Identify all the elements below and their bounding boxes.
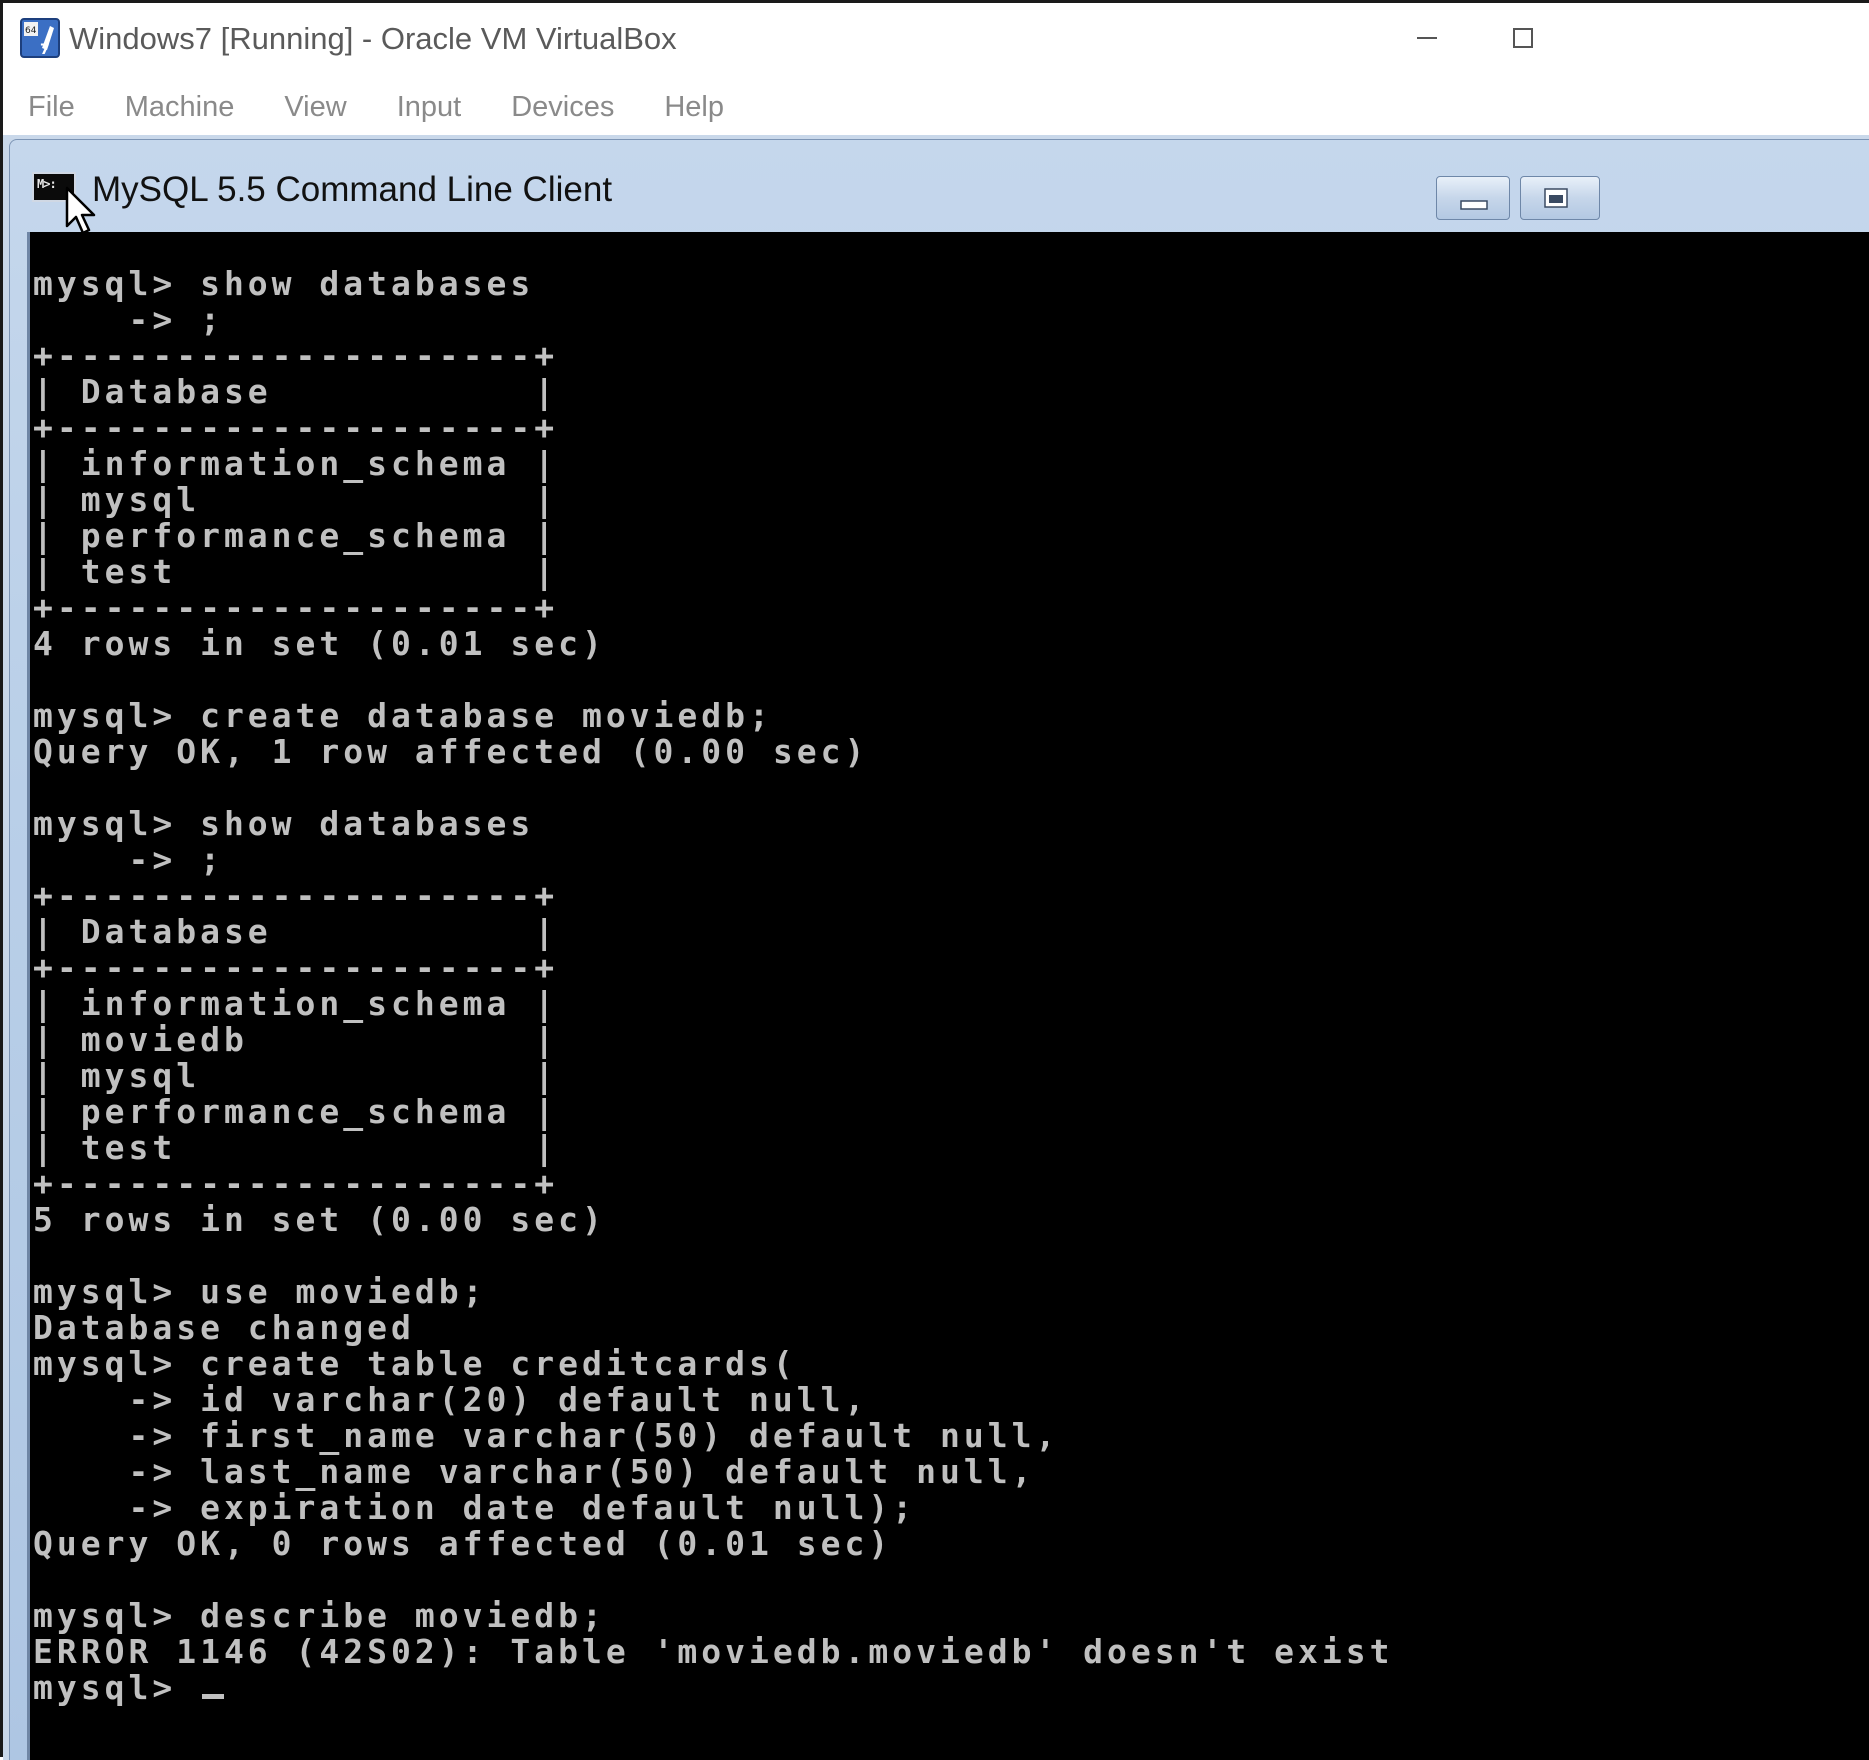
console-line: -> expiration date default null); (33, 1488, 917, 1527)
console-line: mysql> create table creditcards( (33, 1344, 797, 1383)
console-output[interactable]: mysql> show databases -> ; +-------------… (27, 232, 1869, 1760)
console-prompt-line[interactable]: mysql> (33, 1670, 1393, 1706)
console-line: mysql> create database moviedb; (33, 696, 773, 735)
host-titlebar[interactable]: 64 7 Windows7 [Running] - Oracle VM Virt… (3, 3, 1869, 79)
console-line: | moviedb | (33, 1020, 559, 1059)
console-line: +--------------------+ (33, 336, 559, 375)
console-line: | Database | (33, 372, 559, 411)
console-line: mysql> use moviedb; (33, 1272, 487, 1311)
mouse-pointer-icon (65, 186, 96, 235)
console-line: ERROR 1146 (42S02): Table 'moviedb.movie… (33, 1632, 1394, 1671)
menu-help[interactable]: Help (664, 91, 724, 124)
virtualbox-window: 64 7 Windows7 [Running] - Oracle VM Virt… (0, 0, 1869, 1760)
console-line: -> ; (33, 300, 224, 339)
console-line: Query OK, 1 row affected (0.00 sec) (33, 732, 869, 771)
maximize-button[interactable] (1493, 13, 1553, 63)
console-line: | test | (33, 1128, 559, 1167)
menu-bar: File Machine View Input Devices Help (3, 79, 1869, 135)
console-line: 4 rows in set (0.01 sec) (33, 624, 606, 663)
minimize-icon (1417, 37, 1437, 39)
guest-window-title: MySQL 5.5 Command Line Client (92, 170, 613, 209)
minimize-button[interactable] (1397, 13, 1457, 63)
console-line: | test | (33, 552, 559, 591)
console-line: | mysql | (33, 480, 559, 519)
console-line: -> id varchar(20) default null, (33, 1380, 869, 1419)
guest-titlebar[interactable]: M>: MySQL 5.5 Command Line Client (10, 140, 1869, 230)
console-line: +--------------------+ (33, 588, 559, 627)
console-line: Database changed (33, 1308, 415, 1347)
svg-text:64: 64 (25, 26, 37, 36)
console-line: mysql> describe moviedb; (33, 1596, 606, 1635)
console-line: mysql> show databases (33, 264, 535, 303)
console-line: | mysql | (33, 1056, 559, 1095)
console-line: | information_schema | (33, 444, 559, 483)
menu-view[interactable]: View (284, 91, 346, 124)
console-line: | performance_schema | (33, 516, 559, 555)
console-lines: mysql> show databases -> ; +-------------… (33, 266, 1393, 1706)
menu-machine[interactable]: Machine (125, 91, 235, 124)
console-line: +--------------------+ (33, 1164, 559, 1203)
console-line: +--------------------+ (33, 876, 559, 915)
text-cursor (202, 1694, 225, 1699)
console-line: | Database | (33, 912, 559, 951)
console-line: | information_schema | (33, 984, 559, 1023)
maximize-icon (1544, 188, 1568, 208)
svg-text:7: 7 (40, 42, 50, 58)
mysql-client-window: M>: MySQL 5.5 Command Line Client mysql>… (9, 139, 1869, 1760)
virtualbox-windows7-icon: 64 7 (20, 18, 60, 58)
console-line: Query OK, 0 rows affected (0.01 sec) (33, 1524, 893, 1563)
console-line: -> ; (33, 840, 224, 879)
console-line: -> first_name varchar(50) default null, (33, 1416, 1060, 1455)
guest-minimize-button[interactable] (1436, 176, 1510, 220)
vm-display[interactable]: M>: MySQL 5.5 Command Line Client mysql>… (3, 135, 1869, 1760)
menu-file[interactable]: File (28, 91, 75, 124)
console-line: 5 rows in set (0.00 sec) (33, 1200, 606, 1239)
console-line: -> last_name varchar(50) default null, (33, 1452, 1036, 1491)
console-line: +--------------------+ (33, 948, 559, 987)
console-line: | performance_schema | (33, 1092, 559, 1131)
guest-maximize-button[interactable] (1520, 176, 1600, 220)
minimize-icon (1460, 200, 1488, 210)
console-line: +--------------------+ (33, 408, 559, 447)
menu-devices[interactable]: Devices (511, 91, 614, 124)
console-line: mysql> show databases (33, 804, 535, 843)
menu-input[interactable]: Input (397, 91, 462, 124)
window-title: Windows7 [Running] - Oracle VM VirtualBo… (69, 21, 677, 56)
console-prompt: mysql> (33, 1668, 201, 1707)
maximize-icon (1513, 28, 1533, 48)
